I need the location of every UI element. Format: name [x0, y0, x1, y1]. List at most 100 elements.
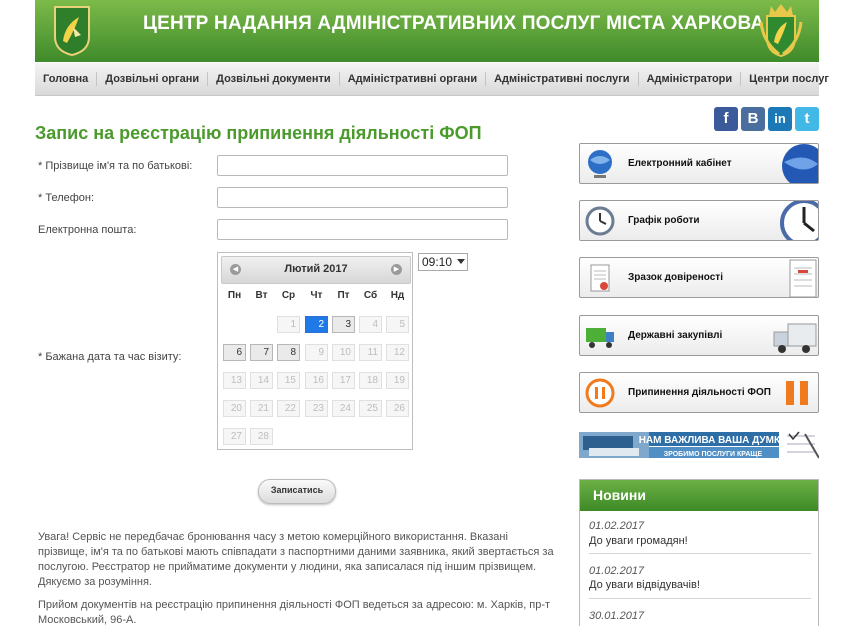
nav-admin-services[interactable]: Адміністративні послуги [486, 72, 639, 86]
facebook-icon[interactable]: f [714, 107, 738, 131]
calendar-day: 15 [277, 372, 300, 389]
calendar-day: 11 [359, 344, 382, 361]
date-picker-calendar: ◀ Лютий 2017 ▶ Пн Вт Ср Чт Пт Сб Нд 1 2 3 4 5 6 7 8 9 10… [217, 252, 413, 450]
notice-paragraph: Увага! Сервіс не передбачає бронювання ч… [38, 531, 554, 588]
weekday-header: Чт [310, 290, 323, 301]
calendar-day: 25 [359, 400, 382, 417]
calendar-day: 17 [332, 372, 355, 389]
chevron-down-icon [457, 259, 465, 264]
calendar-day: 27 [223, 428, 246, 445]
news-divider [589, 598, 811, 599]
button-label: Державні закупівлі [628, 330, 723, 341]
page-title: Запис на реєстрацію припинення діяльност… [35, 123, 482, 143]
twitter-icon[interactable]: t [795, 107, 819, 131]
calendar-header: ◀ Лютий 2017 ▶ [221, 256, 411, 284]
truck-icon [586, 328, 614, 348]
nav-permit-documents[interactable]: Дозвільні документи [208, 72, 340, 86]
calendar-day: 13 [223, 372, 246, 389]
nav-service-centers[interactable]: Центри послуг [741, 72, 837, 86]
calendar-day: 5 [386, 316, 409, 333]
news-divider [589, 553, 811, 554]
kharkiv-emblem-logo[interactable] [53, 5, 91, 57]
calendar-day[interactable]: 7 [250, 344, 273, 361]
globe-icon [588, 150, 612, 178]
pause-icon [585, 378, 615, 408]
next-month-icon[interactable]: ▶ [391, 264, 402, 275]
visit-time-value: 09:10 [422, 255, 453, 269]
weekday-header: Пн [227, 290, 242, 301]
calendar-day-selected[interactable]: 2 [305, 316, 328, 333]
nav-admin-bodies[interactable]: Адміністративні органи [340, 72, 487, 86]
calendar-month: Лютий 2017 [284, 263, 348, 275]
document-large-icon [789, 259, 817, 297]
calendar-day: 20 [223, 400, 246, 417]
calendar-day: 21 [250, 400, 273, 417]
calendar-day: 4 [359, 316, 382, 333]
calendar-day: 16 [305, 372, 328, 389]
news-title: Новини [580, 480, 818, 511]
address-paragraph: Прийом документів на реєстрацію припинен… [38, 599, 551, 626]
full-name-input[interactable] [217, 155, 508, 176]
globe-large-icon [782, 144, 818, 183]
nav-permit-bodies[interactable]: Дозвільні органи [97, 72, 209, 86]
news-date: 30.01.2017 [589, 610, 645, 622]
visit-date-label: * Бажана дата та час візиту: [38, 351, 182, 363]
button-label: Зразок довіреності [628, 272, 723, 283]
email-input[interactable] [217, 219, 508, 240]
banner-line2: ЗРОБИМО ПОСЛУГИ КРАЩЕ [664, 451, 763, 458]
weekday-header: Сб [363, 290, 378, 301]
kharkiv-coat-of-arms-icon [759, 4, 803, 58]
calendar-day: 9 [305, 344, 328, 361]
nav-home[interactable]: Головна [35, 72, 98, 86]
button-label: Електронний кабінет [628, 158, 732, 169]
calendar-day: 1 [277, 316, 300, 333]
calendar-day: 10 [332, 344, 355, 361]
linkedin-icon[interactable]: in [768, 107, 792, 131]
button-label: Припинення діяльності ФОП [628, 387, 771, 398]
calendar-day: 28 [250, 428, 273, 445]
calendar-day: 22 [277, 400, 300, 417]
main-nav: Головна Дозвільні органи Дозвільні докум… [35, 63, 829, 96]
submit-button[interactable]: Записатись [258, 479, 336, 504]
public-procurement-button[interactable]: Державні закупівлі [579, 315, 819, 356]
news-panel: Новини 01.02.2017 До уваги громадян! 01.… [579, 479, 819, 626]
banner-line1: НАМ ВАЖЛИВА ВАША ДУМКА [639, 435, 788, 446]
news-date: 01.02.2017 [589, 520, 645, 532]
power-of-attorney-sample-button[interactable]: Зразок довіреності [579, 257, 819, 298]
button-label: Графік роботи [628, 215, 700, 226]
calendar-day[interactable]: 8 [277, 344, 300, 361]
weekday-header: Пт [337, 290, 350, 301]
name-label: * Прізвище ім'я та по батькові: [38, 160, 193, 172]
weekday-header: Ср [281, 290, 296, 301]
phone-label: * Телефон: [38, 192, 95, 204]
calendar-day: 12 [386, 344, 409, 361]
calendar-day: 26 [386, 400, 409, 417]
email-label: Електронна пошта: [38, 224, 137, 236]
phone-input[interactable] [217, 187, 508, 208]
truck-large-icon [773, 323, 817, 353]
vkontakte-icon[interactable]: B [741, 107, 765, 131]
clock-large-icon [780, 201, 818, 240]
calendar-day: 14 [250, 372, 273, 389]
pause-large-icon [786, 381, 808, 405]
nav-administrators[interactable]: Адміністратори [639, 72, 742, 86]
electronic-cabinet-button[interactable]: Електронний кабінет [579, 143, 819, 184]
fop-termination-button[interactable]: Припинення діяльності ФОП [579, 372, 819, 413]
visit-time-select[interactable]: 09:10 [418, 253, 468, 271]
document-icon [590, 264, 610, 292]
clock-icon [585, 206, 615, 236]
news-link[interactable]: До уваги відвідувачів! [589, 579, 700, 591]
calendar-day: 18 [359, 372, 382, 389]
news-date: 01.02.2017 [589, 565, 645, 577]
calendar-day: 23 [305, 400, 328, 417]
site-title: ЦЕНТР НАДАННЯ АДМІНІСТРАТИВНИХ ПОСЛУГ МІ… [143, 13, 765, 34]
calendar-day: 24 [332, 400, 355, 417]
work-schedule-button[interactable]: Графік роботи [579, 200, 819, 241]
feedback-banner[interactable]: НАМ ВАЖЛИВА ВАША ДУМКА ЗРОБИМО ПОСЛУГИ К… [579, 430, 819, 460]
news-link[interactable]: До уваги громадян! [589, 535, 688, 547]
calendar-day[interactable]: 3 [332, 316, 355, 333]
weekday-header: Нд [390, 290, 405, 301]
calendar-day: 19 [386, 372, 409, 389]
calendar-day[interactable]: 6 [223, 344, 246, 361]
site-header: ЦЕНТР НАДАННЯ АДМІНІСТРАТИВНИХ ПОСЛУГ МІ… [35, 0, 819, 62]
